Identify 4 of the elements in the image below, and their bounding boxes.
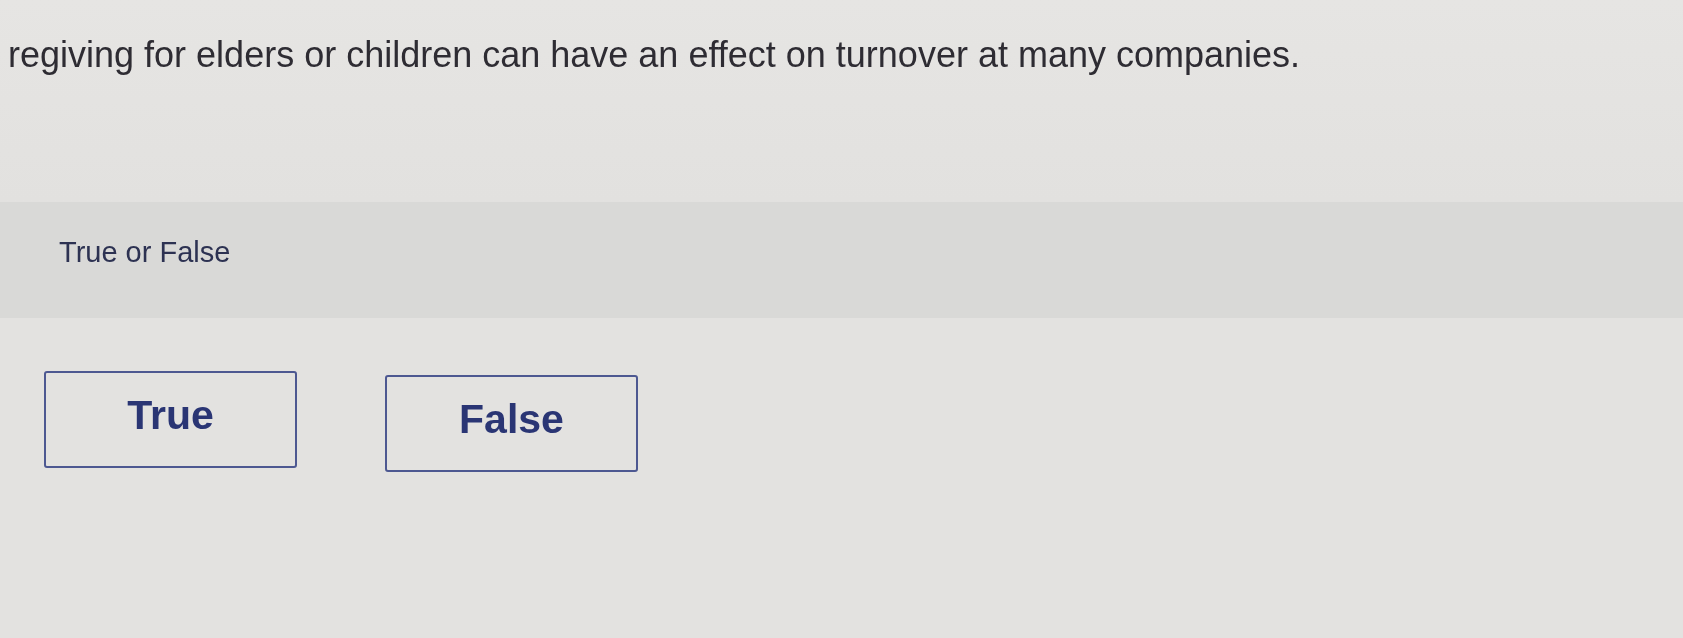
answer-option-button[interactable]: False: [385, 375, 638, 472]
prompt-text: True or False: [59, 236, 231, 269]
answer-option-button[interactable]: True: [44, 371, 297, 468]
question-text: regiving for elders or children can have an effect on turnover at many companies.: [8, 34, 1301, 76]
